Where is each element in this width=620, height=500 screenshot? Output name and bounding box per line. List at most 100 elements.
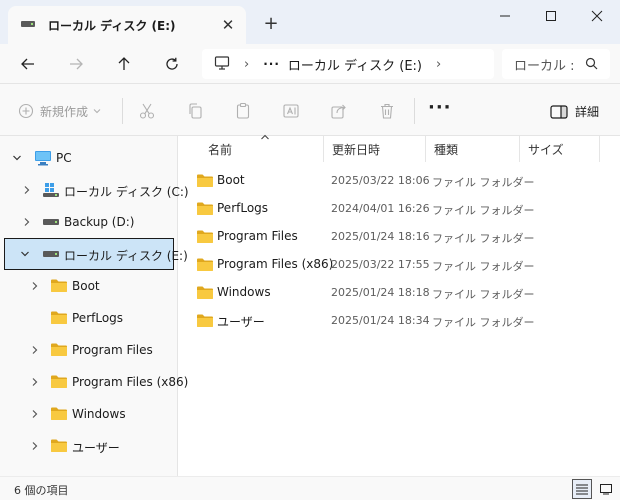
rename-icon <box>283 104 299 118</box>
delete-button[interactable] <box>378 101 396 121</box>
drive-icon <box>42 218 60 226</box>
tiles-view-button[interactable] <box>596 479 616 499</box>
search-placeholder: ローカル : <box>514 58 575 74</box>
chevron-right-icon[interactable] <box>30 281 40 291</box>
search-icon <box>585 57 598 74</box>
breadcrumb-separator[interactable]: › <box>244 57 249 72</box>
forward-button[interactable] <box>62 52 90 76</box>
nav-item-users[interactable]: ユーザー <box>4 430 174 462</box>
file-row[interactable]: Program Files (x86) 2025/03/22 17:55 ファイ… <box>192 250 535 278</box>
arrow-left-icon <box>21 58 34 70</box>
pc-icon <box>34 150 52 166</box>
list-view-icon <box>576 484 588 495</box>
column-header: 名前 更新日時 種類 サイズ <box>178 134 620 162</box>
system-drive-icon <box>42 182 60 198</box>
back-button[interactable] <box>14 52 42 76</box>
nav-item-pc[interactable]: PC <box>4 142 174 174</box>
nav-item-boot[interactable]: Boot <box>4 270 174 302</box>
column-modified[interactable]: 更新日時 <box>324 136 426 162</box>
file-type: ファイル フォルダー <box>432 288 535 301</box>
nav-item-label: Program Files (x86) <box>72 375 189 389</box>
close-window-button[interactable] <box>574 0 620 32</box>
chevron-right-icon[interactable] <box>30 409 40 419</box>
file-type: ファイル フォルダー <box>432 204 535 217</box>
drive-icon <box>20 18 36 32</box>
folder-icon <box>50 406 68 421</box>
share-button[interactable] <box>330 101 348 121</box>
nav-item-label: Backup (D:) <box>64 215 135 229</box>
refresh-button[interactable] <box>158 52 186 76</box>
command-separator <box>414 98 415 124</box>
maximize-button[interactable] <box>528 0 574 32</box>
nav-item-label: PC <box>56 151 72 165</box>
file-date: 2025/03/22 17:55 <box>331 258 430 271</box>
rename-button[interactable] <box>282 101 300 121</box>
clipboard-icon <box>236 102 250 119</box>
nav-item-drive-c[interactable]: ローカル ディスク (C:) <box>4 174 189 206</box>
arrow-right-icon <box>70 58 83 70</box>
file-name: Program Files <box>217 229 298 243</box>
minimize-button[interactable] <box>482 0 528 32</box>
folder-icon <box>50 374 68 389</box>
address-box[interactable]: › ··· ローカル ディスク (E:) › <box>202 49 494 79</box>
close-icon <box>591 10 603 22</box>
item-count: 6 個の項目 <box>14 484 69 497</box>
see-more-button[interactable]: ··· <box>428 97 452 118</box>
nav-item-program-files[interactable]: Program Files <box>4 334 174 366</box>
column-type[interactable]: 種類 <box>426 136 520 162</box>
chevron-right-icon[interactable] <box>30 345 40 355</box>
chevron-right-icon[interactable] <box>22 217 32 227</box>
active-tab[interactable]: ローカル ディスク (E:) ✕ <box>8 6 246 44</box>
folder-icon <box>196 173 214 191</box>
file-name: Windows <box>217 285 271 299</box>
breadcrumb-separator[interactable]: › <box>436 57 441 72</box>
tab-title: ローカル ディスク (E:) <box>48 18 176 33</box>
file-row[interactable]: Windows 2025/01/24 18:18 ファイル フォルダー <box>192 278 535 306</box>
folder-icon <box>50 438 68 453</box>
file-row[interactable]: Boot 2025/03/22 18:06 ファイル フォルダー <box>192 166 535 194</box>
details-pane-button[interactable]: 詳細 <box>550 103 599 120</box>
column-name[interactable]: 名前 <box>200 136 324 162</box>
search-box[interactable]: ローカル : <box>502 49 610 79</box>
nav-item-program-files-x86[interactable]: Program Files (x86) <box>4 366 188 398</box>
file-date: 2025/01/24 18:16 <box>331 230 430 243</box>
new-button[interactable]: 新規作成 <box>18 101 102 121</box>
file-row[interactable]: PerfLogs 2024/04/01 16:26 ファイル フォルダー <box>192 194 535 222</box>
arrow-up-icon <box>118 57 130 70</box>
breadcrumb-current[interactable]: ローカル ディスク (E:) <box>288 55 422 74</box>
nav-item-drive-e[interactable]: ローカル ディスク (E:) <box>4 238 188 270</box>
details-view-button[interactable] <box>572 479 592 499</box>
chevron-down-icon[interactable] <box>20 249 30 259</box>
column-size[interactable]: サイズ <box>520 136 600 162</box>
file-date: 2025/01/24 18:18 <box>331 286 430 299</box>
up-button[interactable] <box>110 52 138 76</box>
chevron-right-icon[interactable] <box>30 377 40 387</box>
file-row[interactable]: Program Files 2025/01/24 18:16 ファイル フォルダ… <box>192 222 535 250</box>
folder-icon <box>196 257 214 275</box>
folder-icon <box>196 285 214 303</box>
nav-item-windows[interactable]: Windows <box>4 398 174 430</box>
breadcrumb-overflow-button[interactable]: ··· <box>263 57 280 71</box>
file-date: 2024/04/01 16:26 <box>331 202 430 215</box>
chevron-right-icon[interactable] <box>30 441 40 451</box>
chevron-down-icon[interactable] <box>12 153 22 163</box>
chevron-right-icon[interactable] <box>22 185 32 195</box>
title-bar: ローカル ディスク (E:) ✕ + <box>0 0 620 44</box>
nav-item-drive-d[interactable]: Backup (D:) <box>4 206 174 238</box>
details-label: 詳細 <box>575 105 600 119</box>
copy-button[interactable] <box>186 101 204 121</box>
file-name: ユーザー <box>217 315 265 329</box>
cut-button[interactable] <box>138 101 156 121</box>
paste-button[interactable] <box>234 101 252 121</box>
folder-icon <box>50 278 68 293</box>
folder-icon <box>50 342 68 357</box>
scissors-icon <box>139 103 155 119</box>
new-tab-button[interactable]: + <box>260 12 282 34</box>
file-row[interactable]: ユーザー 2025/01/24 18:34 ファイル フォルダー <box>192 306 535 334</box>
close-tab-button[interactable]: ✕ <box>218 15 238 35</box>
address-bar-row: › ··· ローカル ディスク (E:) › ローカル : <box>0 44 620 84</box>
new-button-label: 新規作成 <box>40 104 89 119</box>
nav-item-perflogs[interactable]: PerfLogs <box>4 302 174 334</box>
file-type: ファイル フォルダー <box>432 232 535 245</box>
refresh-icon <box>166 57 178 70</box>
